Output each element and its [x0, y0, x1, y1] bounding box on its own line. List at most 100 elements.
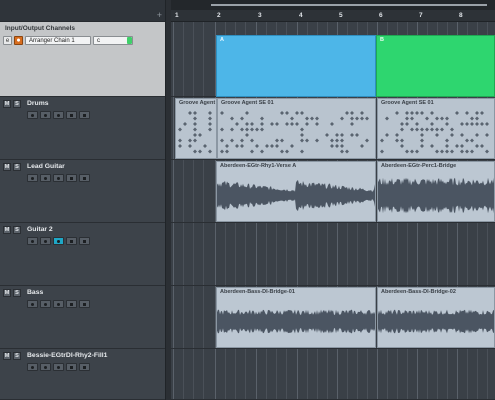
drum-note [415, 127, 419, 132]
drum-note [380, 149, 384, 154]
drum-note [270, 144, 274, 148]
arranger-chain-select[interactable]: Arranger Chain 1 [25, 36, 91, 45]
monitor-button[interactable] [40, 237, 51, 245]
drum-note [255, 144, 259, 148]
write-automation-button[interactable] [66, 174, 77, 182]
midi-event[interactable]: Groove Agent [175, 98, 217, 159]
write-automation-button[interactable] [66, 111, 77, 119]
event-name: Aberdeen-Bass-DI-Bridge-02 [381, 289, 456, 295]
drum-note [465, 149, 469, 154]
record-enable-button[interactable] [27, 237, 38, 245]
edit-button[interactable] [79, 174, 90, 182]
audio-event[interactable]: Aberdeen-EGtr-Rhy1-Verse A [216, 161, 376, 222]
drum-note [208, 111, 212, 115]
track-name: Lead Guitar [27, 163, 65, 170]
drum-note [285, 149, 289, 154]
record-enable-button[interactable] [27, 300, 38, 308]
track-guitar-2[interactable]: M S Guitar 2 [0, 223, 165, 286]
arranger-mode-button[interactable]: ⏺ [14, 36, 23, 45]
track-bessie-egtrdi-rhy2-fill1[interactable]: M S Bessie-EGtrDI-Rhy2-Fill1 [0, 349, 165, 400]
drum-note [193, 111, 197, 115]
track-drums[interactable]: M S Drums [0, 97, 165, 160]
midi-event[interactable]: Groove Agent SE 01 [217, 98, 376, 159]
mute-button[interactable]: M [3, 289, 11, 297]
drum-note [350, 116, 354, 121]
drum-note [260, 127, 264, 132]
mute-button[interactable]: M [3, 352, 11, 360]
drum-note [470, 116, 474, 121]
monitor-button[interactable] [40, 300, 51, 308]
read-automation-button[interactable] [53, 174, 64, 182]
mute-button[interactable]: M [3, 163, 11, 171]
drum-note [420, 138, 424, 143]
drum-note [315, 138, 319, 143]
drum-note [188, 138, 192, 143]
drum-note [450, 133, 454, 137]
write-automation-button[interactable] [66, 237, 77, 245]
solo-button[interactable]: S [13, 289, 21, 297]
drum-note [355, 116, 359, 121]
read-automation-button[interactable] [53, 111, 64, 119]
mute-button[interactable]: M [3, 100, 11, 108]
drum-note [420, 133, 424, 137]
audio-event[interactable]: Aberdeen-Bass-DI-Bridge-02 [377, 287, 495, 348]
track-lead-guitar[interactable]: M S Lead Guitar [0, 160, 165, 223]
drum-note [230, 127, 234, 132]
ruler-bar-3: 3 [258, 12, 262, 19]
read-automation-button[interactable] [53, 363, 64, 371]
drum-note [295, 122, 299, 126]
drum-note [465, 138, 469, 143]
drum-note [475, 116, 479, 121]
read-automation-button[interactable] [53, 300, 64, 308]
edit-button[interactable] [79, 300, 90, 308]
drum-note [405, 111, 409, 115]
drum-note [360, 144, 364, 148]
drum-note [260, 116, 264, 121]
record-enable-button[interactable] [27, 174, 38, 182]
edit-instrument-button[interactable] [79, 111, 90, 119]
drum-note [445, 144, 449, 148]
audio-event[interactable]: Aberdeen-EGtr-Perc1-Bridge [377, 161, 495, 222]
drum-note [420, 144, 424, 148]
record-enable-button[interactable] [27, 111, 38, 119]
drum-note [193, 149, 197, 154]
event-name: Groove Agent SE 01 [221, 100, 274, 106]
arranger-section-a[interactable]: A [216, 35, 376, 97]
edit-button[interactable] [79, 237, 90, 245]
edit-button[interactable]: e [3, 36, 12, 45]
drum-note [415, 149, 419, 154]
drum-note [410, 111, 414, 115]
edit-button[interactable] [79, 363, 90, 371]
drum-note [240, 116, 244, 121]
drum-note [415, 122, 419, 126]
solo-button[interactable]: S [13, 352, 21, 360]
write-automation-button[interactable] [66, 300, 77, 308]
add-track-icon[interactable]: + [157, 10, 162, 20]
monitor-button[interactable] [40, 174, 51, 182]
monitor-button[interactable] [40, 111, 51, 119]
solo-button[interactable]: S [13, 163, 21, 171]
arrangement-area[interactable]: A B Groove Agent Groove Agent SE 01 Groo… [171, 22, 495, 400]
track-bass[interactable]: M S Bass [0, 286, 165, 349]
drum-note [245, 127, 249, 132]
arranger-track-controls: e ⏺ Arranger Chain 1 c [3, 36, 157, 45]
arranger-section-b[interactable]: B [376, 35, 495, 97]
drum-note [450, 149, 454, 154]
audio-event[interactable]: Aberdeen-Bass-DI-Bridge-01 [216, 287, 376, 348]
record-enable-button[interactable] [27, 363, 38, 371]
solo-button[interactable]: S [13, 226, 21, 234]
read-automation-button-active[interactable] [53, 237, 64, 245]
drum-note [220, 149, 224, 154]
drum-note [435, 116, 439, 121]
write-automation-button[interactable] [66, 363, 77, 371]
drum-note [485, 149, 489, 154]
solo-button[interactable]: S [13, 100, 21, 108]
drum-note [335, 138, 339, 143]
monitor-button[interactable] [40, 363, 51, 371]
timeline-ruler[interactable]: 1 2 3 4 5 6 7 8 [171, 10, 495, 22]
drum-note [193, 138, 197, 143]
mute-button[interactable]: M [3, 226, 11, 234]
event-name: Groove Agent [179, 100, 216, 106]
drum-note [425, 127, 429, 132]
midi-event[interactable]: Groove Agent SE 01 [377, 98, 495, 159]
